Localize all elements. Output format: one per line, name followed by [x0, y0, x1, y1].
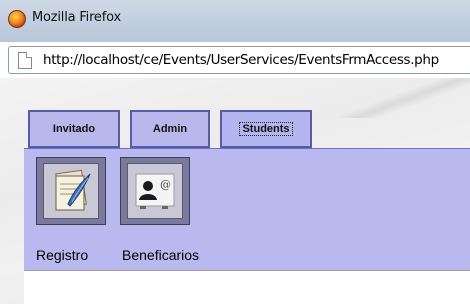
address-url[interactable]: http://localhost/ce/Events/UserServices/… [43, 52, 439, 68]
registro-button[interactable] [36, 157, 106, 225]
address-bar[interactable]: http://localhost/ce/Events/UserServices/… [8, 46, 470, 74]
beneficiarios-icon: @ [127, 163, 183, 219]
title-bar: Mozilla Firefox [0, 0, 470, 42]
tab-admin-label: Admin [152, 123, 188, 135]
tab-invitado-label: Invitado [52, 123, 96, 135]
window-title: Mozilla Firefox [32, 10, 121, 25]
registro-icon [43, 163, 99, 219]
students-panel: @ Registro Beneficarios [24, 148, 470, 270]
beneficiarios-button[interactable]: @ [120, 157, 190, 225]
svg-text:@: @ [160, 178, 171, 191]
tab-admin[interactable]: Admin [130, 110, 210, 148]
registro-label[interactable]: Registro [36, 247, 88, 263]
content-bottom-area [24, 270, 470, 304]
tab-invitado[interactable]: Invitado [28, 110, 120, 148]
tab-students-label: Students [239, 122, 293, 136]
tab-students[interactable]: Students [220, 110, 312, 148]
beneficiarios-label[interactable]: Beneficarios [122, 247, 199, 263]
firefox-icon [8, 10, 26, 28]
page-icon [18, 52, 32, 69]
